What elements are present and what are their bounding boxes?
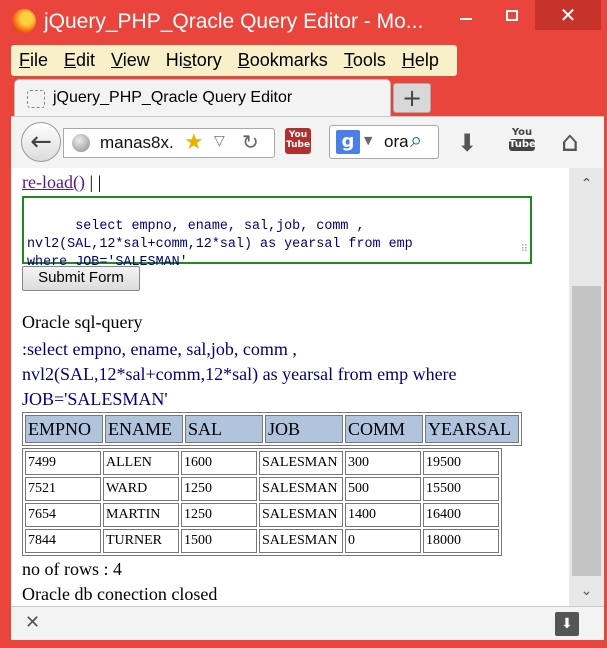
tab-query-editor[interactable]: jQuery_PHP_Qracle Query Editor [14, 79, 391, 117]
back-button[interactable]: ← [21, 122, 61, 162]
browser-window: jQuery_PHP_Qracle Query Editor - Mo... ✕… [0, 0, 607, 648]
table-cell: TURNER [103, 529, 179, 553]
page-favicon-icon [27, 90, 45, 108]
table-cell: 1250 [181, 477, 257, 501]
url-bar[interactable]: manas8x. ★ ▽ ↻ [63, 128, 275, 158]
download-arrow-icon[interactable]: ⬇ [457, 129, 477, 157]
table-row: 7844 TURNER 1500 SALESMAN 0 18000 [25, 529, 499, 553]
submit-form-button[interactable]: Submit Form [22, 266, 140, 291]
column-header: ENAME [105, 415, 183, 443]
table-cell: 1250 [181, 503, 257, 527]
table-cell: SALESMAN [259, 477, 343, 501]
globe-icon [72, 134, 90, 152]
menu-bookmarks[interactable]: Bookmarks [238, 50, 328, 71]
result-heading: Oracle sql-query [22, 312, 143, 332]
reload-line: re-load() | | [22, 172, 101, 193]
scroll-down-icon[interactable]: ⌄ [569, 576, 604, 606]
table-cell: MARTIN [103, 503, 179, 527]
url-dropdown-icon[interactable]: ▽ [214, 133, 225, 149]
close-bar-icon[interactable]: ✕ [25, 612, 40, 633]
results-table: 7499 ALLEN 1600 SALESMAN 300 19500 7521 … [22, 448, 502, 556]
menu-history[interactable]: History [166, 50, 222, 71]
table-row: 7521 WARD 1250 SALESMAN 500 15500 [25, 477, 499, 501]
new-tab-button[interactable]: + [393, 83, 431, 113]
table-cell: 1500 [181, 529, 257, 553]
tab-title: jQuery_PHP_Qracle Query Editor [53, 89, 293, 106]
table-cell: ALLEN [103, 451, 179, 475]
column-header: SAL [185, 415, 263, 443]
table-cell: 1400 [345, 503, 421, 527]
close-icon: ✕ [559, 3, 577, 27]
table-row: 7654 MARTIN 1250 SALESMAN 1400 16400 [25, 503, 499, 527]
table-cell: SALESMAN [259, 503, 343, 527]
connection-closed-text: Oracle db conection closed [22, 584, 218, 604]
table-cell: 500 [345, 477, 421, 501]
table-cell: 7844 [25, 529, 101, 553]
close-window-button[interactable]: ✕ [535, 0, 601, 30]
column-header: EMPNO [25, 415, 103, 443]
sql-echo-text: :select empno, ename, sal,job, comm , nv… [22, 339, 457, 409]
table-cell: 300 [345, 451, 421, 475]
minimize-icon [460, 18, 472, 20]
table-row: 7499 ALLEN 1600 SALESMAN 300 19500 [25, 451, 499, 475]
url-text: manas8x. [100, 133, 174, 152]
table-cell: 16400 [423, 503, 499, 527]
youtube-small-icon[interactable]: You Tube [285, 128, 311, 154]
navigation-toolbar: ← manas8x. ★ ▽ ↻ You Tube g ▼ ora ⌕ ⬇ Yo… [11, 116, 604, 168]
home-icon[interactable]: ⌂ [561, 125, 579, 158]
bookmark-star-icon[interactable]: ★ [184, 130, 204, 155]
table-cell: WARD [103, 477, 179, 501]
scroll-up-icon[interactable]: ⌃ [569, 168, 604, 200]
back-arrow-icon: ← [30, 127, 52, 157]
scrollbar-thumb[interactable] [572, 286, 601, 576]
page-content: re-load() | | select empno, ename, sal,j… [11, 168, 569, 606]
reload-link[interactable]: re-load() [22, 172, 85, 192]
reload-separator: | | [89, 172, 102, 192]
header-table: EMPNO ENAME SAL JOB COMM YEARSAL [22, 412, 522, 446]
table-cell: 1600 [181, 451, 257, 475]
table-cell: SALESMAN [259, 451, 343, 475]
table-cell: SALESMAN [259, 529, 343, 553]
youtube-icon[interactable]: You Tube [509, 127, 536, 157]
column-header: COMM [345, 415, 423, 443]
menu-file[interactable]: File [19, 50, 48, 71]
query-textarea[interactable]: select empno, ename, sal,job, comm , nvl… [22, 196, 532, 270]
search-icon[interactable]: ⌕ [410, 128, 422, 153]
bottom-toolbar: ✕ ⬇ [11, 606, 604, 640]
table-cell: 7521 [25, 477, 101, 501]
maximize-icon [506, 9, 518, 21]
table-cell: 7499 [25, 451, 101, 475]
row-count-text: no of rows : 4 [22, 559, 122, 579]
search-bar[interactable]: g ▼ ora ⌕ [329, 125, 439, 159]
header-row: EMPNO ENAME SAL JOB COMM YEARSAL [25, 415, 519, 443]
firefox-logo-icon [12, 9, 36, 33]
search-engine-dropdown-icon[interactable]: ▼ [364, 134, 372, 147]
title-bar[interactable]: jQuery_PHP_Qracle Query Editor - Mo... ✕ [0, 0, 607, 44]
column-header: YEARSAL [425, 415, 519, 443]
menu-bar: File Edit View History Bookmarks Tools H… [11, 45, 457, 76]
window-title: jQuery_PHP_Qracle Query Editor - Mo... [44, 10, 424, 33]
search-input[interactable]: ora [384, 132, 408, 152]
table-cell: 0 [345, 529, 421, 553]
maximize-button[interactable] [489, 0, 535, 30]
minimize-button[interactable] [443, 0, 489, 30]
vertical-scrollbar[interactable]: ⌃ ⌄ [569, 168, 604, 606]
google-icon[interactable]: g [336, 130, 360, 154]
table-cell: 7654 [25, 503, 101, 527]
query-text: select empno, ename, sal,job, comm , nvl… [27, 219, 413, 270]
downloads-icon[interactable]: ⬇ [555, 612, 579, 636]
table-cell: 18000 [423, 529, 499, 553]
reload-icon[interactable]: ↻ [242, 130, 259, 154]
table-cell: 19500 [423, 451, 499, 475]
menu-tools[interactable]: Tools [344, 50, 386, 71]
menu-view[interactable]: View [111, 50, 150, 71]
menu-help[interactable]: Help [402, 50, 439, 71]
resize-grip-icon[interactable]: ⠿ [521, 242, 528, 260]
table-cell: 15500 [423, 477, 499, 501]
menu-edit[interactable]: Edit [64, 50, 95, 71]
column-header: JOB [265, 415, 343, 443]
